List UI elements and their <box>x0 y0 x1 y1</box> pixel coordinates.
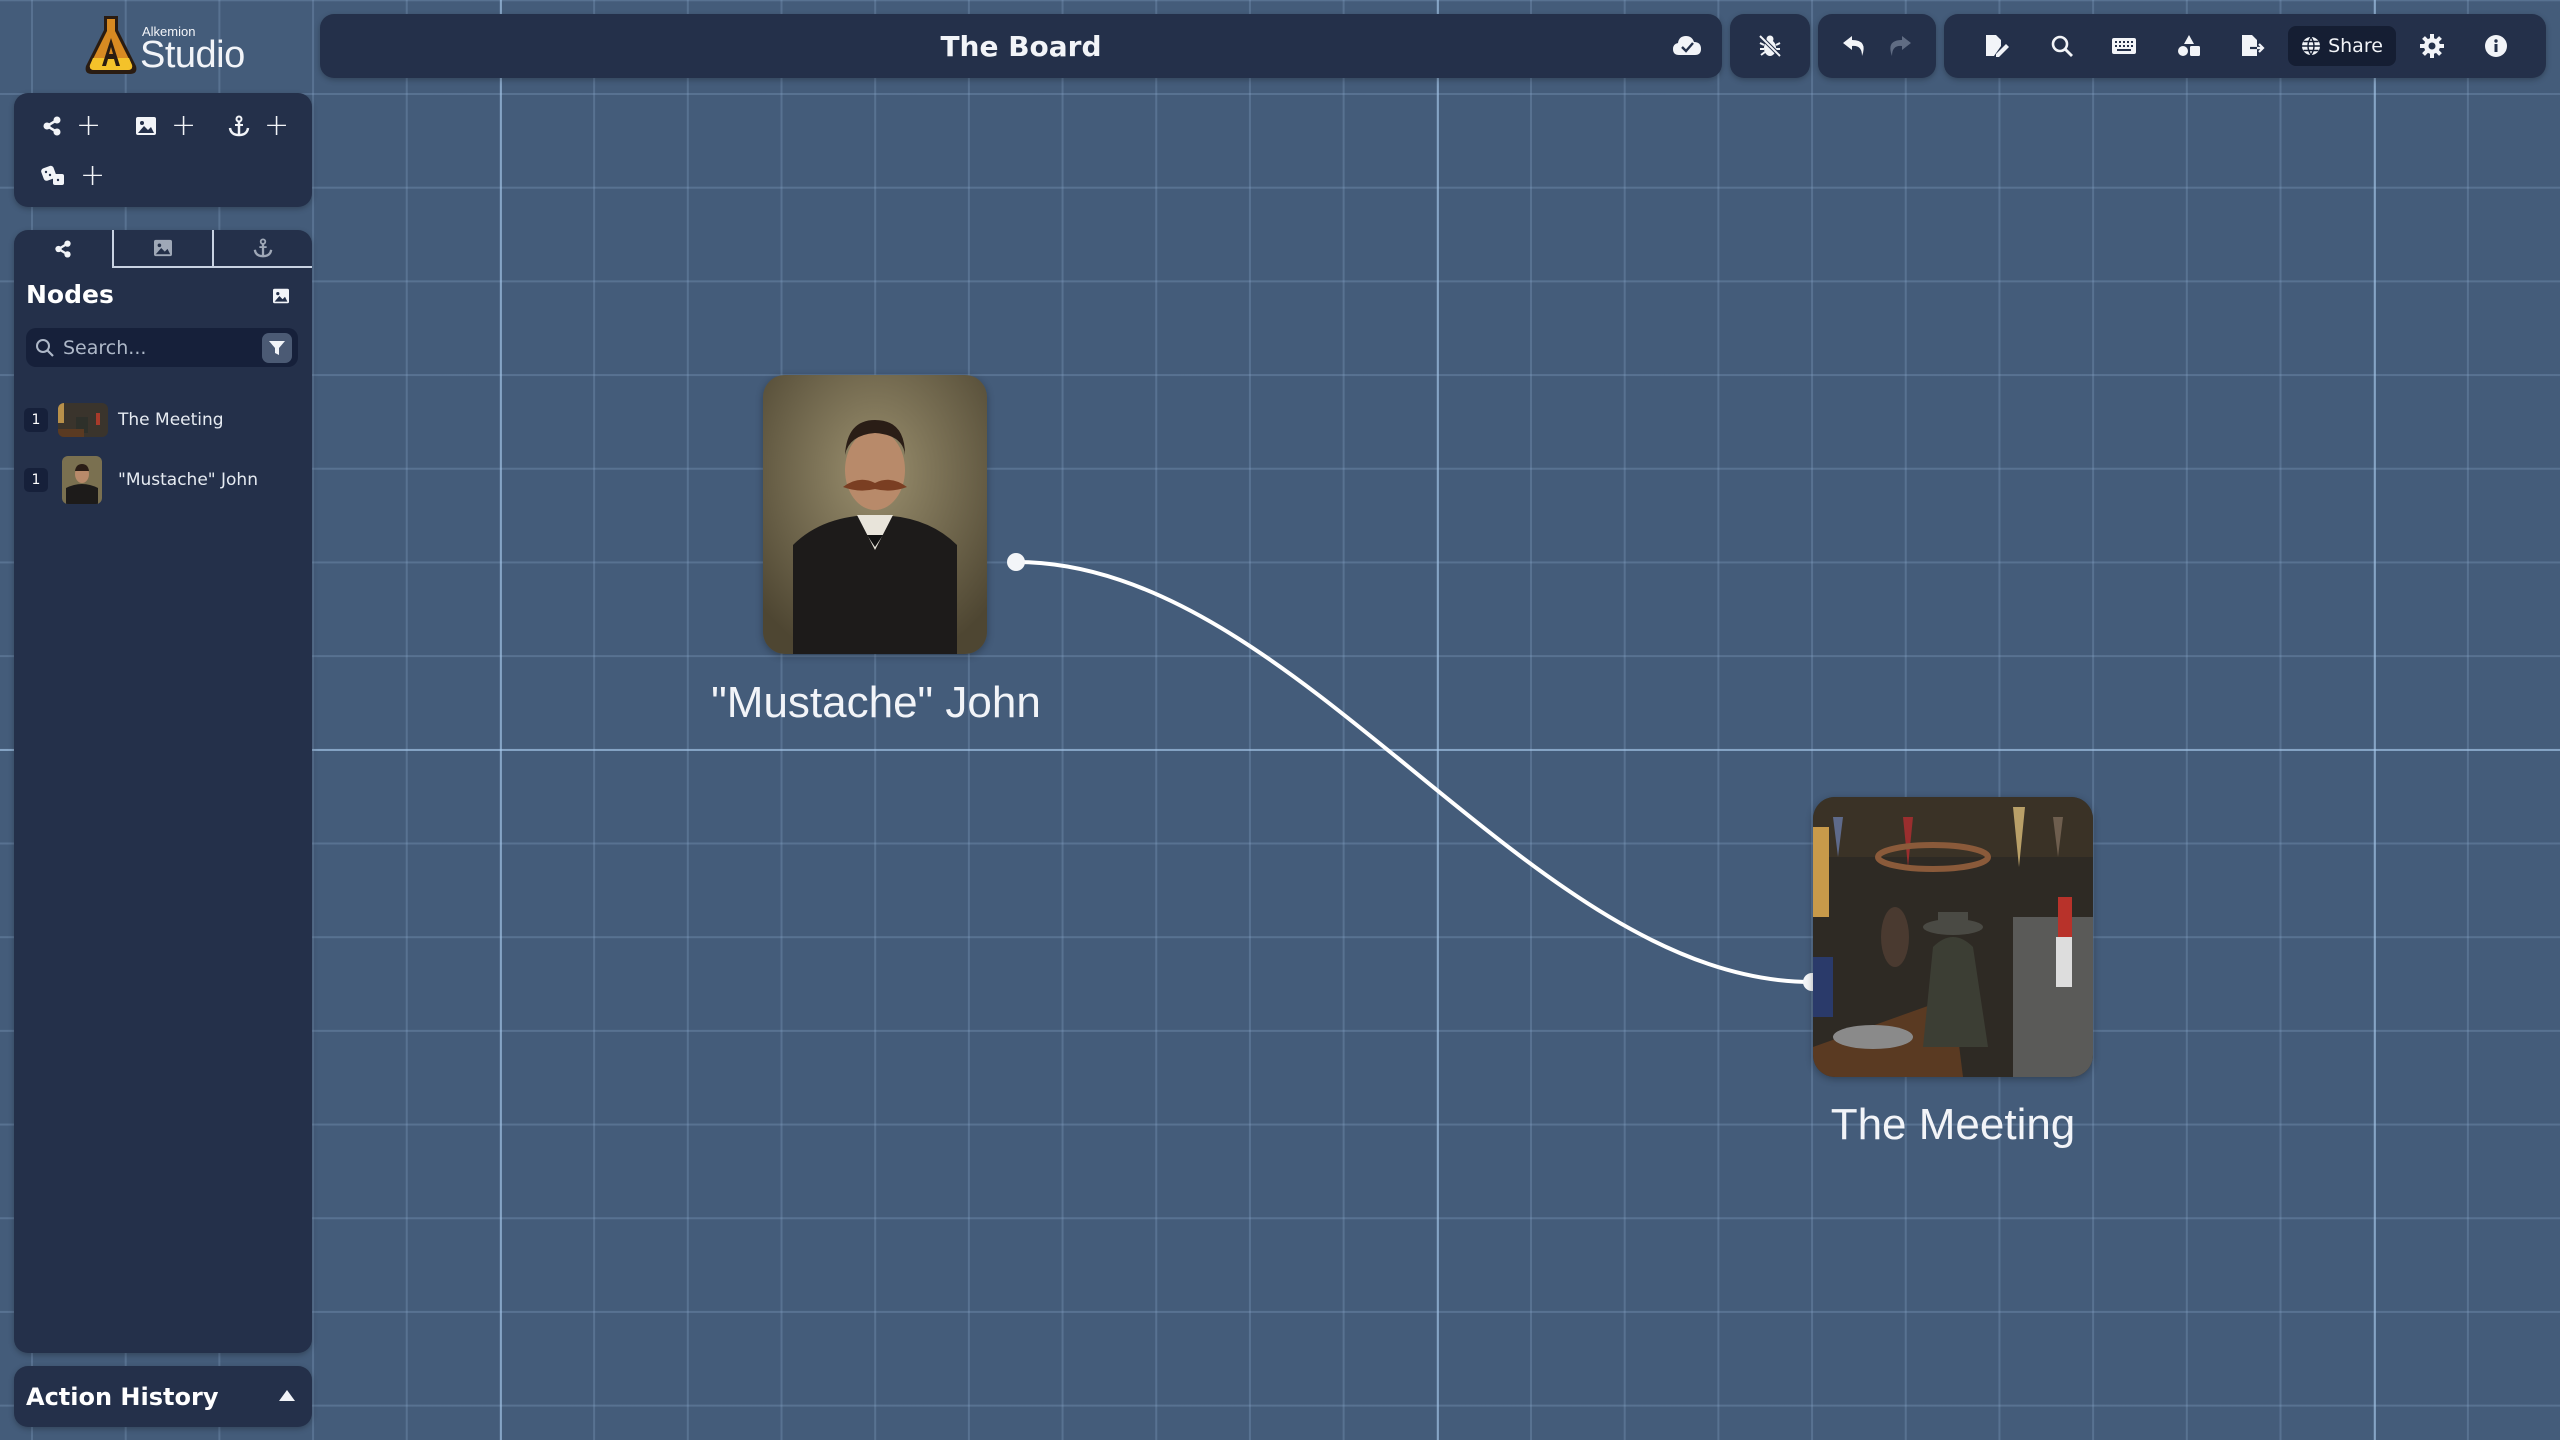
flask-logo-icon <box>85 16 137 74</box>
node-name: "Mustache" John <box>118 470 258 490</box>
filter-button[interactable] <box>262 333 292 363</box>
share-button[interactable]: Share <box>2288 26 2396 66</box>
search-box <box>26 328 298 367</box>
debug-toggle-button[interactable] <box>1730 14 1810 78</box>
file-edit-icon[interactable] <box>1984 34 2010 58</box>
node-share-icon <box>43 116 61 136</box>
action-history-title: Action History <box>26 1382 219 1411</box>
node-thumbnail <box>62 456 102 504</box>
globe-icon <box>2302 36 2321 56</box>
node-list: 1 The Meeting 1 "Mustache" John <box>24 390 306 510</box>
node-image-cafe-scene[interactable] <box>1813 797 2093 1077</box>
sidebar-tabs <box>14 230 312 268</box>
plus-icon: + <box>264 108 290 143</box>
list-item[interactable]: 1 The Meeting <box>24 390 306 450</box>
bug-slash-icon <box>1758 34 1782 58</box>
board-title[interactable]: The Board <box>320 30 1722 63</box>
section-title: Nodes <box>26 280 114 309</box>
anchor-icon <box>253 238 273 258</box>
add-tools-panel: + + + + <box>14 93 312 207</box>
share-label: Share <box>2328 35 2383 57</box>
anchor-icon <box>228 115 250 137</box>
node-name: The Meeting <box>118 410 224 430</box>
search-input[interactable] <box>63 336 253 359</box>
dice-icon <box>41 165 64 185</box>
node-share-icon <box>55 240 71 258</box>
plus-icon: + <box>80 158 106 193</box>
filter-icon <box>269 341 285 355</box>
add-node-button[interactable]: + <box>42 111 101 141</box>
app-logo[interactable]: Alkemion Studio <box>84 14 254 78</box>
node-thumbnail <box>58 403 108 437</box>
board-title-bar: The Board <box>320 14 1722 78</box>
add-dice-button[interactable]: + <box>40 161 105 191</box>
file-export-icon[interactable] <box>2240 34 2266 58</box>
image-icon <box>273 288 289 304</box>
add-image-button[interactable]: + <box>135 111 196 141</box>
toggle-thumbnails-button[interactable] <box>272 288 290 308</box>
main-toolbar: Share <box>1944 14 2546 78</box>
node-label: The Meeting <box>1830 1100 2076 1149</box>
brand-name-big: Studio <box>140 34 245 76</box>
image-icon <box>154 239 172 257</box>
list-item[interactable]: 1 "Mustache" John <box>24 450 306 510</box>
node-label: "Mustache" John <box>711 678 1041 727</box>
undo-icon[interactable] <box>1842 34 1868 58</box>
board-canvas[interactable] <box>0 0 2560 1440</box>
gear-icon[interactable] <box>2420 34 2444 58</box>
source-handle[interactable] <box>1007 553 1025 571</box>
search-icon[interactable] <box>2050 34 2074 58</box>
history-controls <box>1818 14 1936 78</box>
count-badge: 1 <box>24 408 48 432</box>
add-anchor-button[interactable]: + <box>228 111 289 141</box>
shapes-icon[interactable] <box>2177 34 2201 58</box>
tab-nodes[interactable] <box>14 230 112 268</box>
count-badge: 1 <box>24 468 48 492</box>
cloud-check-icon[interactable] <box>1672 33 1702 57</box>
tab-anchors[interactable] <box>212 230 312 268</box>
info-icon[interactable] <box>2484 34 2508 58</box>
nodes-sidebar: Nodes 1 The Meeting 1 "Mustache" John <box>14 230 312 1353</box>
keyboard-icon[interactable] <box>2111 34 2137 58</box>
node-image-portrait[interactable] <box>763 375 987 654</box>
caret-up-icon[interactable] <box>278 1390 296 1402</box>
search-icon <box>36 338 54 357</box>
image-icon <box>136 117 156 135</box>
plus-icon: + <box>171 108 197 143</box>
tab-images[interactable] <box>112 230 212 268</box>
plus-icon: + <box>76 108 102 143</box>
action-history-panel[interactable]: Action History <box>14 1366 312 1427</box>
redo-icon[interactable] <box>1886 34 1912 58</box>
